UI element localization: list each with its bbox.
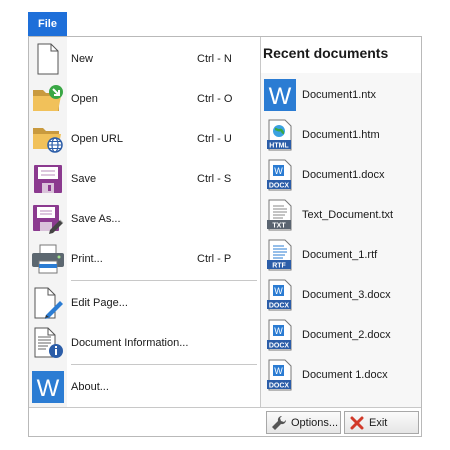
recent-document-name: Document_2.docx	[302, 329, 391, 341]
menu-item-print[interactable]: Print... Ctrl - P	[29, 239, 260, 279]
exit-button[interactable]: Exit	[344, 411, 419, 434]
open-folder-icon	[29, 79, 67, 119]
docx-file-icon: W DOCX	[264, 159, 296, 191]
printer-icon	[29, 239, 67, 279]
svg-text:W: W	[274, 166, 283, 176]
file-menu: New Ctrl - N Open Ctrl - O Open URL Ctrl…	[28, 36, 422, 437]
menu-item-new[interactable]: New Ctrl - N	[29, 39, 260, 79]
menu-item-document-information[interactable]: Document Information...	[29, 323, 260, 363]
menu-item-shortcut: Ctrl - O	[197, 93, 233, 105]
menu-separator	[71, 280, 257, 281]
menu-item-about[interactable]: W About...	[29, 367, 260, 407]
recent-document-item[interactable]: W DOCX Document_3.docx	[261, 275, 421, 315]
file-type-label: DOCX	[269, 383, 290, 390]
svg-text:W: W	[269, 83, 292, 110]
recent-document-item[interactable]: RTF Document_1.rtf	[261, 235, 421, 275]
file-type-label: TXT	[272, 223, 286, 230]
menu-footer: Options... Exit	[29, 407, 421, 436]
file-type-label: DOCX	[269, 343, 290, 350]
file-type-label: DOCX	[269, 303, 290, 310]
recent-document-name: Document 1.docx	[302, 369, 388, 381]
edit-page-icon	[29, 283, 67, 323]
recent-document-item[interactable]: W Document1.ntx	[261, 75, 421, 115]
menu-item-shortcut: Ctrl - U	[197, 133, 232, 145]
svg-text:W: W	[37, 375, 60, 402]
menu-item-shortcut: Ctrl - S	[197, 173, 232, 185]
exit-button-label: Exit	[369, 416, 388, 429]
html-file-icon: HTML	[264, 119, 296, 151]
menu-item-label: Open URL	[71, 133, 123, 145]
document-info-icon	[29, 323, 67, 363]
menu-item-edit-page[interactable]: Edit Page...	[29, 283, 260, 323]
menu-item-label: New	[71, 53, 94, 65]
menu-item-label: Save As...	[71, 213, 121, 225]
menu-separator	[71, 364, 257, 365]
recent-document-name: Document1.htm	[302, 129, 380, 141]
docx-file-icon: W DOCX	[264, 279, 296, 311]
svg-text:W: W	[274, 286, 283, 296]
recent-document-name: Document_3.docx	[302, 289, 391, 301]
svg-text:W: W	[274, 366, 283, 376]
recent-documents-title: Recent documents	[263, 45, 389, 61]
menu-item-open[interactable]: Open Ctrl - O	[29, 79, 260, 119]
rtf-file-icon: RTF	[264, 239, 296, 271]
menu-item-label: About...	[71, 381, 109, 393]
menu-item-save[interactable]: Save Ctrl - S	[29, 159, 260, 199]
recent-document-item[interactable]: W DOCX Document1.docx	[261, 155, 421, 195]
menu-item-shortcut: Ctrl - P	[197, 253, 232, 265]
menu-item-label: Edit Page...	[71, 297, 128, 309]
docx-file-icon: W DOCX	[264, 319, 296, 351]
menu-item-shortcut: Ctrl - N	[197, 53, 232, 65]
menu-item-label: Open	[71, 93, 98, 105]
menu-item-save-as[interactable]: Save As...	[29, 199, 260, 239]
open-url-icon	[29, 119, 67, 159]
save-as-icon	[29, 199, 67, 239]
svg-text:W: W	[274, 326, 283, 336]
options-button[interactable]: Options...	[266, 411, 341, 434]
save-icon	[29, 159, 67, 199]
recent-document-name: Text_Document.txt	[302, 209, 394, 221]
recent-document-name: Document1.ntx	[302, 89, 376, 101]
file-tab[interactable]: File	[28, 12, 67, 36]
wrench-icon	[270, 414, 288, 432]
recent-document-item[interactable]: HTML Document1.htm	[261, 115, 421, 155]
recent-document-item[interactable]: W DOCX Document 1.docx	[261, 355, 421, 395]
recent-documents-panel: Recent documents W Document1.ntx HTML Do…	[261, 37, 421, 407]
menu-item-label: Save	[71, 173, 97, 185]
options-button-label: Options...	[291, 416, 339, 429]
file-type-label: DOCX	[269, 183, 290, 190]
new-document-icon	[29, 39, 67, 79]
recent-document-name: Document_1.rtf	[302, 249, 378, 261]
word-app-icon: W	[29, 367, 67, 407]
file-type-label: HTML	[269, 143, 289, 150]
docx-file-icon: W DOCX	[264, 359, 296, 391]
close-icon	[348, 414, 366, 432]
menu-item-label: Print...	[71, 253, 103, 265]
txt-file-icon: TXT	[264, 199, 296, 231]
menu-item-label: Document Information...	[71, 337, 189, 349]
command-list: New Ctrl - N Open Ctrl - O Open URL Ctrl…	[29, 37, 260, 407]
file-type-label: RTF	[272, 263, 286, 270]
recent-document-item[interactable]: W DOCX Document_2.docx	[261, 315, 421, 355]
menu-item-open-url[interactable]: Open URL Ctrl - U	[29, 119, 260, 159]
word-app-icon: W	[264, 79, 296, 111]
recent-document-name: Document1.docx	[302, 169, 385, 181]
recent-document-item[interactable]: TXT Text_Document.txt	[261, 195, 421, 235]
